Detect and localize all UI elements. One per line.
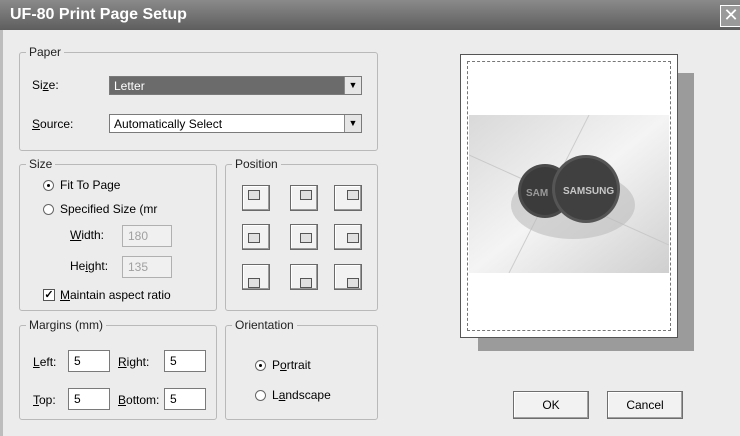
paper-group: Paper	[19, 45, 378, 151]
page-position-icon	[347, 233, 359, 243]
page-position-icon	[300, 190, 312, 200]
specified-size-radio[interactable]	[43, 204, 54, 215]
page-position-icon	[248, 190, 260, 200]
margins-legend: Margins (mm)	[29, 318, 103, 332]
orientation-legend: Orientation	[235, 318, 294, 332]
landscape-radio[interactable]	[255, 390, 266, 401]
print-page-setup-dialog: UF-80 Print Page Setup ✕ Paper Size: Let…	[0, 0, 740, 436]
position-middle-center-button[interactable]	[290, 224, 318, 250]
page-position-icon	[248, 278, 260, 288]
page-position-icon	[248, 233, 260, 243]
width-label: Width:	[70, 228, 105, 242]
paper-legend: Paper	[29, 45, 62, 59]
chevron-down-icon[interactable]: ▼	[344, 77, 361, 94]
margin-bottom-label: Bottom:	[118, 393, 160, 407]
photo-text-left: SAM	[526, 188, 548, 199]
title-bar: UF-80 Print Page Setup ✕	[0, 0, 740, 30]
maintain-aspect-label[interactable]: Maintain aspect ratio	[60, 288, 171, 302]
portrait-label[interactable]: Portrait	[272, 358, 311, 372]
close-icon[interactable]: ✕	[720, 5, 740, 27]
specified-size-label[interactable]: Specified Size (mr	[60, 202, 157, 216]
margin-right-label: Right:	[118, 355, 150, 369]
margin-right-input[interactable]: 5	[164, 350, 206, 372]
page-position-icon	[347, 278, 359, 288]
size-label: Size:	[32, 78, 59, 92]
height-label: Height:	[70, 259, 109, 273]
margin-left-label: Left:	[33, 355, 57, 369]
margin-left-input[interactable]: 5	[68, 350, 110, 372]
page-position-icon	[347, 190, 359, 200]
width-input[interactable]: 180	[122, 225, 172, 247]
cancel-button[interactable]: Cancel	[607, 391, 683, 419]
position-top-right-button[interactable]	[334, 185, 362, 211]
height-input[interactable]: 135	[122, 256, 172, 278]
page-position-icon	[300, 233, 312, 243]
position-middle-left-button[interactable]	[242, 224, 270, 250]
position-top-center-button[interactable]	[290, 185, 318, 211]
margin-top-input[interactable]: 5	[68, 388, 110, 410]
preview-photo: SAM SAMSUNG	[469, 115, 669, 273]
paper-size-select[interactable]: Letter ▼	[109, 76, 362, 95]
fit-to-page-label[interactable]: Fit To Page	[60, 178, 120, 192]
paper-source-select[interactable]: Automatically Select ▼	[109, 114, 362, 133]
ok-button[interactable]: OK	[513, 391, 589, 419]
photo-text-main: SAMSUNG	[563, 186, 614, 197]
position-top-left-button[interactable]	[242, 185, 270, 211]
portrait-radio[interactable]	[255, 360, 266, 371]
page-preview: SAM SAMSUNG	[460, 54, 678, 338]
position-bottom-center-button[interactable]	[290, 264, 318, 290]
window-title: UF-80 Print Page Setup	[10, 6, 187, 23]
paper-source-value: Automatically Select	[114, 117, 223, 131]
maintain-aspect-checkbox[interactable]: ✓	[43, 289, 55, 301]
landscape-label[interactable]: Landscape	[272, 388, 331, 402]
margin-top-label: Top:	[33, 393, 56, 407]
paper-size-value: Letter	[114, 79, 145, 93]
position-middle-right-button[interactable]	[334, 224, 362, 250]
chevron-down-icon[interactable]: ▼	[344, 115, 361, 132]
source-label: Source:	[32, 117, 74, 131]
position-legend: Position	[235, 157, 278, 171]
size-legend: Size	[29, 157, 53, 171]
position-bottom-left-button[interactable]	[242, 264, 270, 290]
margin-bottom-input[interactable]: 5	[164, 388, 206, 410]
page-position-icon	[300, 278, 312, 288]
position-bottom-right-button[interactable]	[334, 264, 362, 290]
fit-to-page-radio[interactable]	[43, 180, 54, 191]
